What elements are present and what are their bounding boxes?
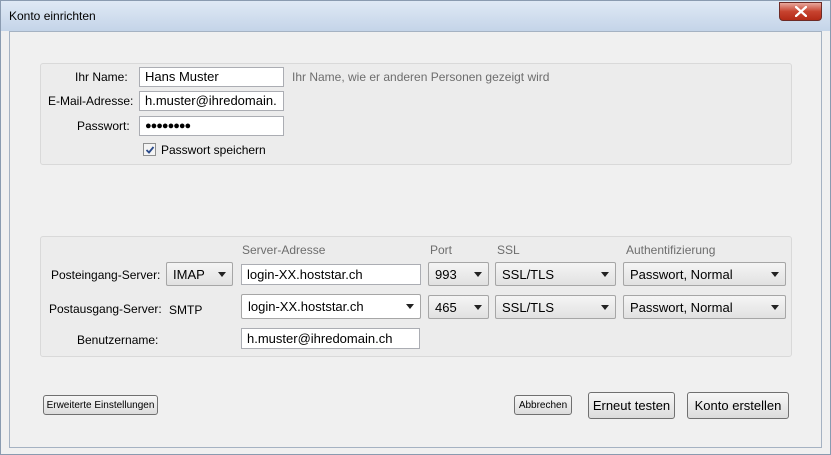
header-ssl: SSL [497, 243, 520, 257]
cancel-button[interactable]: Abbrechen [514, 395, 572, 415]
incoming-port-value: 993 [435, 267, 457, 282]
chevron-down-icon [406, 304, 414, 309]
chevron-down-icon [771, 305, 779, 310]
username-input[interactable]: h.muster@ihredomain.ch [241, 328, 420, 349]
close-icon [794, 6, 807, 17]
chevron-down-icon [218, 272, 226, 277]
header-server-address: Server-Adresse [242, 243, 326, 257]
chevron-down-icon [771, 272, 779, 277]
incoming-port-select[interactable]: 993 [428, 262, 489, 286]
outgoing-ssl-value: SSL/TLS [502, 300, 555, 315]
window-title: Konto einrichten [9, 9, 96, 23]
dialog-body: Ihr Name: Hans Muster Ihr Name, wie er a… [9, 31, 822, 448]
username-label: Benutzername: [77, 333, 159, 347]
outgoing-address-value: login-XX.hoststar.ch [248, 299, 364, 314]
email-input[interactable]: h.muster@ihredomain. [139, 91, 284, 111]
title-bar[interactable]: Konto einrichten [1, 1, 830, 31]
outgoing-ssl-select[interactable]: SSL/TLS [495, 295, 616, 319]
name-label: Ihr Name: [75, 70, 128, 84]
email-label: E-Mail-Adresse: [48, 94, 134, 108]
save-password-label[interactable]: Passwort speichern [161, 143, 266, 157]
close-button[interactable] [779, 2, 822, 21]
password-label: Passwort: [77, 119, 130, 133]
password-input[interactable]: ●●●●●●●● [139, 116, 284, 136]
chevron-down-icon [474, 305, 482, 310]
account-setup-dialog: Konto einrichten Ihr Name: Hans Muster I… [0, 0, 831, 455]
name-input[interactable]: Hans Muster [139, 67, 284, 87]
chevron-down-icon [601, 272, 609, 277]
save-password-checkbox[interactable] [143, 143, 156, 156]
incoming-auth-value: Passwort, Normal [630, 267, 733, 282]
chevron-down-icon [601, 305, 609, 310]
create-account-button[interactable]: Konto erstellen [687, 392, 789, 419]
name-hint: Ihr Name, wie er anderen Personen gezeig… [292, 70, 550, 84]
outgoing-address-combobox[interactable]: login-XX.hoststar.ch [241, 294, 421, 319]
chevron-down-icon [474, 272, 482, 277]
outgoing-port-select[interactable]: 465 [428, 295, 489, 319]
outgoing-protocol: SMTP [169, 303, 203, 317]
incoming-ssl-value: SSL/TLS [502, 267, 555, 282]
header-auth: Authentifizierung [626, 243, 716, 257]
outgoing-auth-select[interactable]: Passwort, Normal [623, 295, 786, 319]
advanced-settings-button[interactable]: Erweiterte Einstellungen [43, 395, 158, 415]
checkmark-icon [145, 146, 155, 154]
incoming-auth-select[interactable]: Passwort, Normal [623, 262, 786, 286]
retest-button[interactable]: Erneut testen [588, 392, 675, 419]
header-port: Port [430, 243, 453, 257]
outgoing-server-label: Postausgang-Server: [49, 302, 162, 316]
incoming-protocol-value: IMAP [173, 267, 205, 282]
incoming-address-input[interactable]: login-XX.hoststar.ch [241, 264, 421, 285]
outgoing-port-value: 465 [435, 300, 457, 315]
outgoing-auth-value: Passwort, Normal [630, 300, 733, 315]
incoming-server-label: Posteingang-Server: [51, 268, 161, 282]
incoming-ssl-select[interactable]: SSL/TLS [495, 262, 616, 286]
incoming-protocol-select[interactable]: IMAP [166, 262, 233, 286]
